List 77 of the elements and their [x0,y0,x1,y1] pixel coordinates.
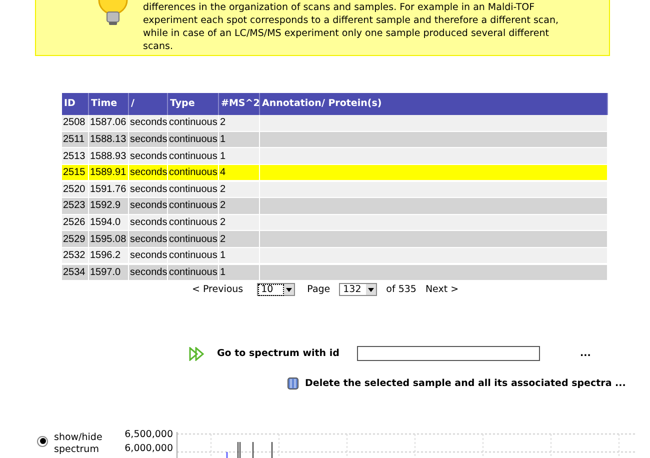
page-size-select[interactable]: 10 [257,283,296,296]
spectrum-id-field[interactable] [357,346,540,362]
radio-button[interactable] [37,436,48,447]
table-cell-text: 1589.91 [90,166,126,180]
table-cell-text: 2523 [63,199,86,214]
table-cell-text: 1592.9 [90,199,121,214]
table-cell-text: 2 [220,199,226,214]
table-cell-text: 2526 [63,216,86,230]
table-row[interactable]: 2511 1588.13 seconds continuous 1 [62,132,608,148]
table-cell-text: seconds [130,249,168,264]
page-label: Page [307,282,330,297]
table-row[interactable]: 2508 1587.06 seconds continuous 2 [62,115,608,132]
table-cell-text: 2534 [63,266,86,280]
table-cell-text: seconds [130,166,168,180]
table-cell-text: seconds [130,232,168,247]
table-cell-text: 1588.93 [90,150,126,164]
table-cell-text: continuous [169,249,218,264]
table-row[interactable]: 2526 1594.0 seconds continuous 2 [62,214,608,232]
page-count: of 535 [386,282,416,297]
table-row[interactable]: 2523 1592.9 seconds continuous 2 [62,198,608,215]
table-cell-text: continuous [169,216,218,230]
table-cell-text: continuous [169,166,218,180]
table-cell-text: 1 [220,249,226,264]
table-cell-text: 1 [220,133,226,148]
goto-label: Go to spectrum with id [217,346,340,361]
table-cell-text: seconds [130,199,168,214]
table-row[interactable]: 2515 1589.91 seconds continuous 4 [62,165,608,182]
table-row[interactable]: 2532 1596.2 seconds continuous 1 [62,248,608,264]
table-cell-text: continuous [169,133,218,148]
table-cell-text: seconds [130,182,168,197]
table-cell-text: continuous [169,266,218,280]
more-button[interactable]: ... [580,349,591,359]
table-cell-text: 1595.08 [90,232,126,247]
table-row[interactable]: 2520 1591.76 seconds continuous 2 [62,182,608,198]
table-cell-text: 2 [220,232,226,247]
table-cell-text: 1 [220,266,226,280]
table-cell-text: 2520 [63,182,86,197]
page-select[interactable]: 132 [339,283,378,296]
y-tick-label: 6,500,000 [124,428,173,440]
table-cell-text: 1591.76 [90,182,126,197]
next-link[interactable]: Next > [425,282,459,298]
fast-forward-icon [189,346,205,361]
table-cell-text: 2 [220,116,226,130]
table-cell-text: 2513 [63,150,86,164]
table-cell-text: seconds [130,150,168,164]
table-cell-text: 1597.0 [90,266,121,280]
table-cell-text: 2529 [63,232,86,247]
delete-link[interactable]: Delete the selected sample and all its associated spectra ... [305,376,626,392]
table-cell-text: continuous [169,182,218,197]
table-row[interactable]: 2529 1595.08 seconds continuous 2 [62,231,608,248]
table-cell-text: 2515 [63,166,86,180]
trash-can-icon [287,377,299,390]
table-cell-text: seconds [130,116,168,130]
table-cell-text: continuous [169,232,218,247]
table-cell-text: 2508 [63,116,86,130]
previous-link[interactable]: < Previous [192,282,244,298]
table-cell-text: 1588.13 [90,133,126,148]
table-cell-text: continuous [169,150,218,164]
table-row[interactable]: 2534 1597.0 seconds continuous 1 [62,264,608,281]
table-cell-text: 2511 [63,133,85,148]
table-cell-text: 1587.06 [90,116,126,130]
table-row[interactable]: 2513 1588.93 seconds continuous 1 [62,148,608,165]
table-cell-text: 2 [220,216,226,230]
toggle-label: show/hide spectrum [54,432,104,456]
table-cell-text: 4 [220,166,226,180]
table-cell-text: 1 [220,150,226,164]
y-tick-label: 6,000,000 [124,442,173,454]
info-text: differences in the organization of scans and samples. For example in an Maldi-TOF experiment each spot corresponds to a different sample and therefore a different scan, while in case of an LC/MS/MS experiment only one sample produced several different scans. [143,1,560,53]
table-cell-text: continuous [169,116,218,130]
table-cell-text: seconds [130,133,168,148]
table-cell-text: seconds [130,266,168,280]
table-cell-text: 2 [220,182,226,197]
table-cell-text: seconds [130,216,168,230]
table-cell-text: 2532 [63,249,86,264]
table-cell-text: 1596.2 [90,249,121,264]
table-cell-text: continuous [169,199,218,214]
table-cell-text: 1594.0 [90,216,121,230]
